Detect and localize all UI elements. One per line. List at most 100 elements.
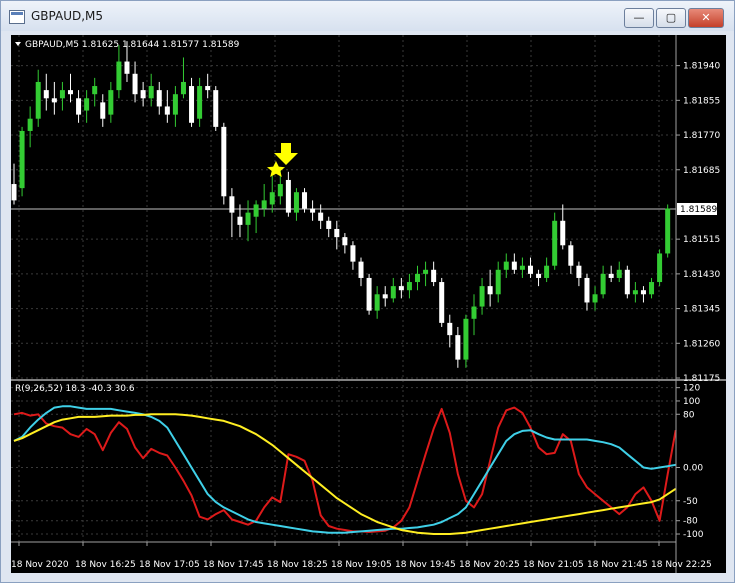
candle-body [511,261,517,270]
candle [640,286,646,303]
time-tick-label: 18 Nov 19:45 [395,560,456,570]
candle-body [471,306,477,319]
candle [568,241,574,274]
candle [51,81,57,115]
chart-svg[interactable]: GBPAUD,M5 1.81625 1.81644 1.81577 1.8158… [11,35,726,573]
candle [108,81,114,123]
candle-body [285,179,291,213]
candle [495,261,501,303]
chart-header: GBPAUD,M5 1.81625 1.81644 1.81577 1.8158… [25,40,240,50]
price-tick-label: 1.81345 [683,305,720,315]
candle [43,73,49,111]
candle-body [624,269,630,295]
candle-body [156,90,162,107]
candle-body [415,273,420,283]
minimize-button[interactable]: — [624,8,654,28]
price-tick-label: 1.81940 [683,62,720,72]
candle-body [519,265,525,270]
time-axis: 18 Nov 2020 18 Nov 16:25 18 Nov 17:05 18 No… [11,542,712,570]
candle [132,61,138,103]
candle-body [479,286,485,307]
price-chart-area[interactable]: GBPAUD,M5 1.81625 1.81644 1.81577 1.8158… [11,35,726,573]
time-tick-label: 18 Nov 2020 [11,560,69,570]
indicator-tick-label: -80 [683,517,698,527]
price-tick-label: 1.81175 [683,374,720,384]
candle [511,253,517,274]
candle [390,277,396,303]
candle-body [455,335,461,360]
candle-body [608,273,614,278]
candle-body [35,81,41,119]
candle [148,73,154,107]
panel-separator[interactable] [11,379,726,381]
time-tick-label: 18 Nov 22:25 [651,560,712,570]
candle-body [632,290,638,295]
title-bar[interactable]: GBPAUD,M5 — ▢ ✕ [1,1,734,31]
candle [471,294,477,336]
candle-body [406,282,412,291]
time-tick-label: 18 Nov 16:25 [75,560,136,570]
indicator-lines [13,405,677,535]
candle [382,286,388,307]
candle-body [205,86,211,91]
candle [487,269,493,307]
candle-body [84,98,90,111]
candle [67,73,73,103]
maximize-button[interactable]: ▢ [656,8,686,28]
candle [253,200,259,234]
candle [665,204,671,258]
candle-body [172,94,178,115]
candle-body [342,237,348,246]
window-title: GBPAUD,M5 [31,9,104,23]
candle [156,81,162,115]
indicator-tick-label: -100 [683,530,704,540]
candle-body [374,294,380,311]
candle [657,249,663,287]
candle [431,261,437,287]
candle-body [552,220,558,266]
candle [632,282,638,303]
candle-body [649,282,655,295]
candle-body [495,269,501,295]
candle [76,90,82,123]
time-tick-label: 18 Nov 18:25 [267,560,328,570]
candle-body [536,273,542,278]
candle-body [657,253,663,283]
candle [140,81,146,107]
current-price-tag: 1.81589 [677,203,717,215]
price-tick-label: 1.81770 [683,131,720,141]
candle [221,122,227,205]
time-tick-label: 18 Nov 17:45 [203,560,264,570]
candle-body [277,184,283,197]
candle [527,257,533,278]
signal-arrow-icon[interactable] [267,143,298,177]
signal-star-icon [267,161,285,177]
candle-body [132,73,138,95]
candle-body [92,86,98,95]
time-tick-label: 18 Nov 20:25 [459,560,520,570]
candle-body [640,290,646,295]
candle-body [11,184,17,201]
candle [172,86,178,127]
candle-body [302,192,308,209]
close-button[interactable]: ✕ [688,8,724,28]
indicator-tick-label: 120 [683,384,700,394]
candle-body [221,126,227,197]
candle [519,257,525,278]
candle [624,265,630,299]
candle [584,273,590,311]
candle-body [261,200,267,209]
candle-body [67,90,73,95]
candle-body [358,261,364,278]
indicator-tick-label: 100 [683,397,700,407]
candle-body [237,216,243,225]
dropdown-triangle-icon[interactable] [15,42,21,46]
candle [358,257,364,287]
candle [576,261,582,287]
candle-body [616,269,622,278]
candle [19,126,25,197]
candle-body [544,265,550,278]
price-tick-label: 1.81430 [683,270,720,280]
candle-body [116,61,122,91]
candle-body [334,228,340,238]
